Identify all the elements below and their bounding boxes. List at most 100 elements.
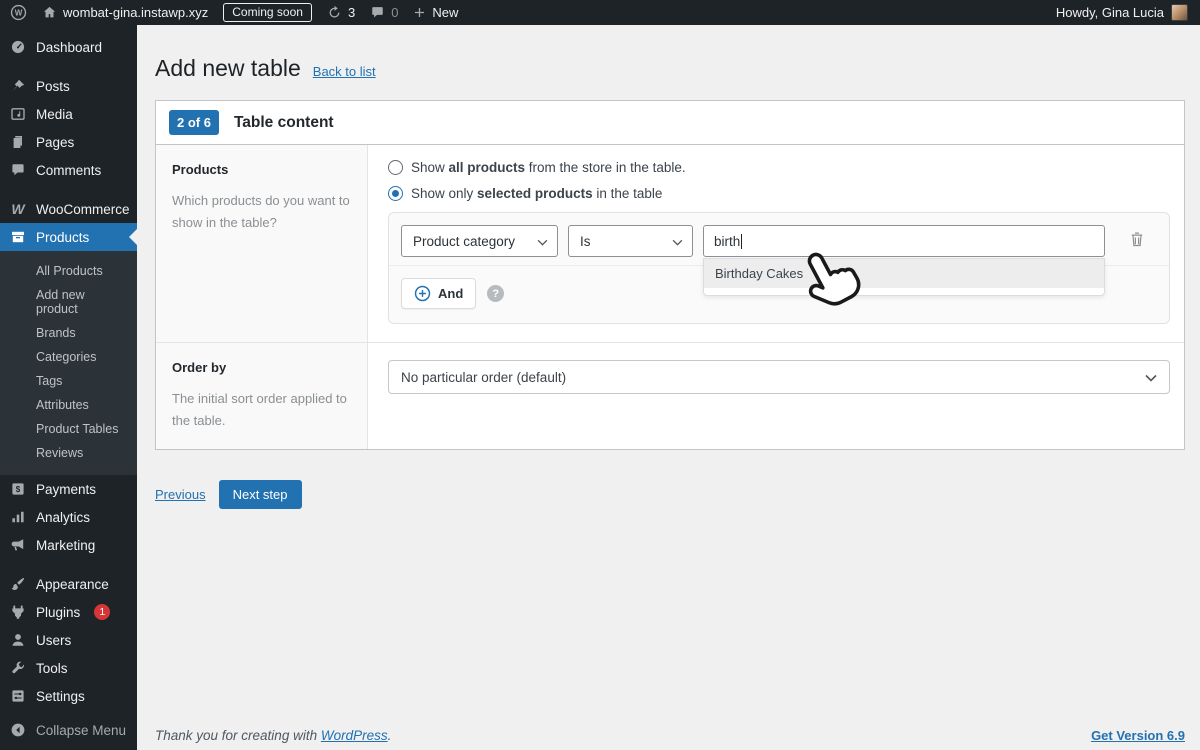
radio-all-products[interactable]: Show all products from the store in the … bbox=[388, 160, 1170, 175]
updates-icon bbox=[327, 5, 342, 20]
category-search-input[interactable]: birth bbox=[703, 225, 1105, 257]
filter-field-select[interactable]: Product category bbox=[401, 225, 558, 257]
plus-icon bbox=[413, 6, 426, 19]
order-by-select[interactable]: No particular order (default) bbox=[388, 360, 1170, 394]
products-submenu: All Products Add new product Brands Cate… bbox=[0, 251, 137, 475]
pushpin-icon bbox=[9, 78, 27, 94]
back-to-list-link[interactable]: Back to list bbox=[313, 64, 376, 79]
svg-text:W: W bbox=[15, 9, 23, 18]
autocomplete-dropdown: Birthday Cakes bbox=[703, 258, 1105, 296]
pages-icon bbox=[9, 134, 27, 150]
filter-operator-value: Is bbox=[580, 233, 591, 249]
filter-operator-select[interactable]: Is bbox=[568, 225, 693, 257]
wordpress-logo-icon[interactable]: W bbox=[10, 4, 27, 21]
new-menu-item[interactable]: New bbox=[413, 5, 458, 20]
woocommerce-icon: W bbox=[11, 201, 25, 217]
sidebar-item-pages[interactable]: Pages bbox=[0, 128, 137, 156]
products-row-description: Which products do you want to show in th… bbox=[172, 193, 350, 231]
sidebar-item-posts[interactable]: Posts bbox=[0, 72, 137, 100]
wordpress-link[interactable]: WordPress bbox=[321, 728, 388, 743]
submenu-item-add-new-product[interactable]: Add new product bbox=[0, 283, 137, 321]
collapse-arrow-icon bbox=[9, 722, 27, 738]
page-title: Add new table bbox=[155, 55, 301, 81]
trash-icon bbox=[1131, 232, 1143, 247]
sidebar-label: Marketing bbox=[36, 537, 96, 553]
admin-sidebar: Dashboard Posts Media Pages Comments W W… bbox=[0, 25, 137, 750]
sidebar-item-products[interactable]: Products bbox=[0, 223, 137, 251]
sidebar-label: Products bbox=[36, 229, 90, 245]
sidebar-item-payments[interactable]: $ Payments bbox=[0, 475, 137, 503]
sidebar-item-comments[interactable]: Comments bbox=[0, 156, 137, 184]
collapse-menu-button[interactable]: Collapse Menu bbox=[0, 716, 137, 744]
sidebar-label: Dashboard bbox=[36, 39, 103, 55]
radio-all-label: Show all products from the store in the … bbox=[411, 160, 686, 175]
comments-icon bbox=[9, 162, 27, 178]
step-badge: 2 of 6 bbox=[169, 110, 219, 135]
submenu-item-tags[interactable]: Tags bbox=[0, 369, 137, 393]
svg-text:$: $ bbox=[16, 485, 21, 494]
sidebar-label: Analytics bbox=[36, 509, 91, 525]
and-button-label: And bbox=[438, 286, 464, 301]
updates-count: 3 bbox=[347, 5, 356, 20]
sidebar-item-appearance[interactable]: Appearance bbox=[0, 570, 137, 598]
home-icon bbox=[42, 5, 57, 20]
delete-condition-button[interactable] bbox=[1125, 229, 1149, 253]
plugins-update-badge: 1 bbox=[94, 604, 111, 620]
comments-menu-item[interactable]: 0 bbox=[370, 5, 398, 20]
sidebar-label: Comments bbox=[36, 162, 102, 178]
submenu-item-brands[interactable]: Brands bbox=[0, 321, 137, 345]
main-content: Add new table Back to list 2 of 6 Table … bbox=[137, 25, 1200, 750]
updates-menu-item[interactable]: 3 bbox=[327, 5, 355, 20]
submenu-item-categories[interactable]: Categories bbox=[0, 345, 137, 369]
sidebar-item-analytics[interactable]: Analytics bbox=[0, 503, 137, 531]
get-version-link[interactable]: Get Version 6.9 bbox=[1091, 728, 1185, 743]
radio-circle[interactable] bbox=[388, 160, 403, 175]
wrench-icon bbox=[9, 660, 27, 676]
radio-circle-checked[interactable] bbox=[388, 186, 403, 201]
sidebar-item-media[interactable]: Media bbox=[0, 100, 137, 128]
sidebar-item-dashboard[interactable]: Dashboard bbox=[0, 33, 137, 61]
submenu-item-reviews[interactable]: Reviews bbox=[0, 441, 137, 465]
order-by-label: Order by bbox=[172, 360, 227, 375]
previous-link[interactable]: Previous bbox=[155, 487, 206, 502]
comments-count: 0 bbox=[391, 5, 399, 20]
radio-selected-products[interactable]: Show only selected products in the table bbox=[388, 186, 1170, 201]
megaphone-icon bbox=[9, 537, 27, 553]
submenu-item-attributes[interactable]: Attributes bbox=[0, 393, 137, 417]
sidebar-label: WooCommerce bbox=[36, 201, 130, 217]
sidebar-item-settings[interactable]: Settings bbox=[0, 682, 137, 710]
chevron-down-icon bbox=[537, 234, 548, 249]
sidebar-label: Posts bbox=[36, 78, 70, 94]
suggestion-birthday-cakes[interactable]: Birthday Cakes bbox=[704, 259, 1104, 288]
products-row-label: Products bbox=[172, 162, 229, 177]
admin-footer: Thank you for creating with WordPress. G… bbox=[155, 728, 1185, 743]
order-by-row: Order by The initial sort order applied … bbox=[156, 342, 1184, 450]
site-menu-item[interactable]: wombat-gina.instawp.xyz bbox=[42, 5, 208, 20]
sidebar-item-tools[interactable]: Tools bbox=[0, 654, 137, 682]
avatar[interactable] bbox=[1171, 4, 1188, 21]
site-name: wombat-gina.instawp.xyz bbox=[63, 5, 209, 20]
filter-field-value: Product category bbox=[413, 233, 516, 249]
coming-soon-badge[interactable]: Coming soon bbox=[223, 3, 312, 22]
sidebar-label: Settings bbox=[36, 688, 85, 704]
text-caret bbox=[741, 233, 743, 249]
add-and-condition-button[interactable]: And bbox=[401, 278, 477, 309]
next-step-button[interactable]: Next step bbox=[218, 480, 302, 510]
help-icon[interactable]: ? bbox=[487, 285, 505, 302]
sidebar-label: Plugins bbox=[36, 604, 81, 620]
sidebar-item-plugins[interactable]: Plugins 1 bbox=[0, 598, 137, 626]
sidebar-item-marketing[interactable]: Marketing bbox=[0, 531, 137, 559]
products-icon bbox=[9, 229, 27, 245]
submenu-item-all-products[interactable]: All Products bbox=[0, 259, 137, 283]
products-row: Products Which products do you want to s… bbox=[156, 145, 1184, 342]
sidebar-item-users[interactable]: Users bbox=[0, 626, 137, 654]
chevron-down-icon bbox=[672, 234, 683, 249]
howdy-text[interactable]: Howdy, Gina Lucia bbox=[1056, 5, 1164, 20]
sidebar-label: Appearance bbox=[36, 576, 109, 592]
step-title: Table content bbox=[233, 113, 334, 131]
sidebar-label: Tools bbox=[36, 660, 68, 676]
sidebar-item-woocommerce[interactable]: W WooCommerce bbox=[0, 195, 137, 223]
sidebar-label: Pages bbox=[36, 134, 75, 150]
chevron-down-icon bbox=[1145, 370, 1157, 385]
submenu-item-product-tables[interactable]: Product Tables bbox=[0, 417, 137, 441]
